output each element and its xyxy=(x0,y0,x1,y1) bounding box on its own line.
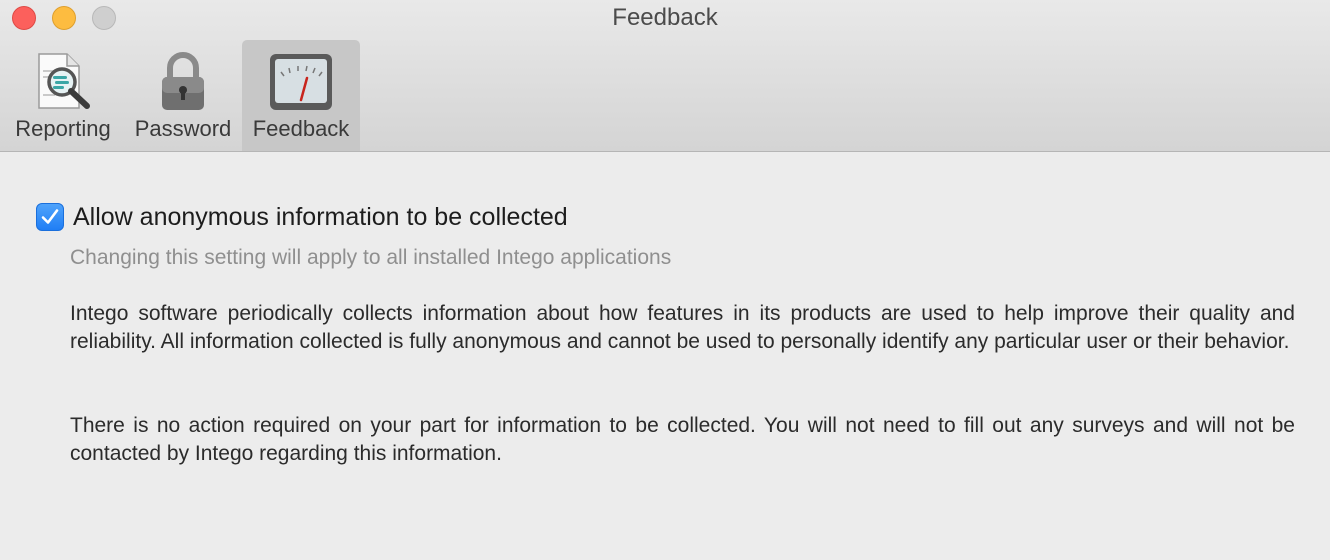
description-paragraph: Intego software periodically collects in… xyxy=(70,302,1295,353)
report-magnifier-icon xyxy=(38,53,90,109)
padlock-icon xyxy=(162,52,204,110)
checkbox-label: Allow anonymous information to be collec… xyxy=(73,202,568,231)
allow-anonymous-info-checkbox-row[interactable]: Allow anonymous information to be collec… xyxy=(36,200,568,234)
preferences-window: Feedback Reporting Password Feedback All… xyxy=(0,0,1330,560)
tab-reporting[interactable]: Reporting xyxy=(4,40,122,151)
tab-feedback[interactable]: Feedback xyxy=(242,40,360,151)
checkmark-icon xyxy=(41,209,59,224)
setting-scope-note: Changing this setting will apply to all … xyxy=(70,246,672,269)
gauge-meter-icon xyxy=(270,54,332,110)
tab-label: Feedback xyxy=(252,116,350,141)
no-action-paragraph: There is no action required on your part… xyxy=(70,414,1295,465)
tab-password[interactable]: Password xyxy=(124,40,242,151)
allow-anonymous-info-checkbox[interactable] xyxy=(36,203,64,231)
tab-label: Reporting xyxy=(15,116,111,141)
tab-label: Password xyxy=(134,116,232,141)
toolbar: Feedback Reporting Password Feedback xyxy=(0,0,1330,152)
window-title: Feedback xyxy=(612,4,718,31)
